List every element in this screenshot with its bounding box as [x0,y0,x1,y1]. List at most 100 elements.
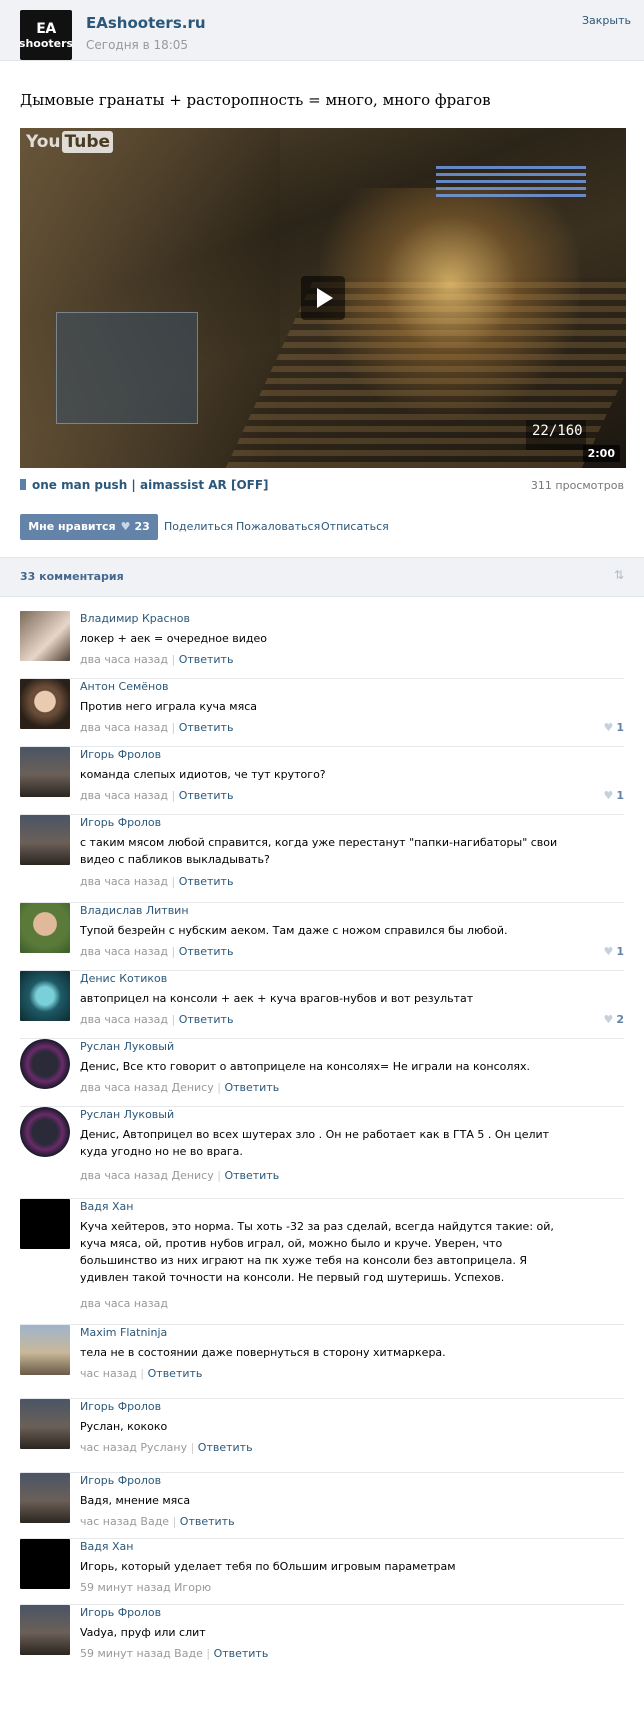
comment-avatar[interactable] [20,903,70,953]
comment-meta: два часа назад | Ответить [80,1013,233,1026]
group-avatar[interactable]: EA shooters [19,10,73,60]
reply-link[interactable]: Ответить [198,1441,253,1454]
comment-time[interactable]: два часа назад [80,1081,168,1094]
comment-text: Вадя, мнение мяса [80,1494,191,1507]
meta-separator: | [169,1515,180,1528]
meta-separator: | [167,1013,179,1026]
comment-author-link[interactable]: Денис Котиков [80,972,167,985]
reply-link[interactable]: Ответить [224,1169,279,1182]
comment-time[interactable]: два часа назад [80,721,168,734]
comment-item: Игорь Фролов команда слепых идиотов, че т… [20,747,624,815]
comment-avatar[interactable] [20,1473,70,1523]
comment-avatar[interactable] [20,1605,70,1655]
comment-avatar[interactable] [20,1399,70,1449]
comment-author-link[interactable]: Антон Семёнов [80,680,168,693]
meta-separator: | [167,653,179,666]
play-icon[interactable] [301,276,345,320]
comment-author-link[interactable]: Владимир Краснов [80,612,190,625]
youtube-logo-tube: Tube [61,131,114,153]
comment-reply-to[interactable]: Денису [168,1081,213,1094]
comment-like-count: 1 [616,721,624,734]
comment-avatar[interactable] [20,747,70,797]
comment-meta: 59 минут назад Ваде | Ответить [80,1647,268,1660]
like-button-label: Мне нравится [28,520,116,533]
comment-avatar[interactable] [20,971,70,1021]
comment-time[interactable]: два часа назад [80,875,168,888]
comment-time[interactable]: час назад [80,1441,137,1454]
comment-author-link[interactable]: Игорь Фролов [80,1400,161,1413]
group-name-link[interactable]: EAshooters.ru [86,14,206,32]
comment-author-link[interactable]: Руслан Луковый [80,1108,174,1121]
comment-author-link[interactable]: Игорь Фролов [80,1474,161,1487]
reply-link[interactable]: Ответить [180,1515,235,1528]
video-icon [20,479,26,490]
reply-link[interactable]: Ответить [179,1013,234,1026]
comment-meta: час назад Руслану | Ответить [80,1441,253,1454]
reply-link[interactable]: Ответить [179,789,234,802]
comment-reply-to[interactable]: Ваде [171,1647,203,1660]
video-player[interactable]: 22/160 You Tube 2:00 [20,128,626,468]
comment-time[interactable]: час назад [80,1515,137,1528]
comment-text: Тупой безрейн с нубским аеком. Там даже … [80,924,508,937]
comment-time[interactable]: два часа назад [80,789,168,802]
reply-link[interactable]: Ответить [179,945,234,958]
comment-time[interactable]: два часа назад [80,653,168,666]
comment-like-button[interactable]: ♥ 2 [603,1013,624,1026]
like-button[interactable]: Мне нравится ♥ 23 [20,514,158,540]
comment-like-button[interactable]: ♥ 1 [603,945,624,958]
post-header: EA shooters EAshooters.ru Сегодня в 18:0… [0,0,644,61]
comment-author-link[interactable]: Игорь Фролов [80,1606,161,1619]
reply-link[interactable]: Ответить [179,875,234,888]
comment-avatar[interactable] [20,1539,70,1589]
post-time: Сегодня в 18:05 [86,38,189,52]
comment-item: Владислав Литвин Тупой безрейн с нубским … [20,903,624,971]
video-title-link[interactable]: one man push | aimassist AR [OFF] [20,478,269,492]
comment-author-link[interactable]: Игорь Фролов [80,748,161,761]
comment-avatar[interactable] [20,1199,70,1249]
comment-reply-to[interactable]: Игорю [171,1581,211,1594]
comment-text: с таким мясом любой справится, когда уже… [80,836,558,867]
comment-author-link[interactable]: Руслан Луковый [80,1040,174,1053]
reply-link[interactable]: Ответить [148,1367,203,1380]
reply-link[interactable]: Ответить [214,1647,269,1660]
comment-like-button[interactable]: ♥ 1 [603,721,624,734]
comment-time[interactable]: два часа назад [80,1013,168,1026]
comment-meta: 59 минут назад Игорю [80,1581,211,1594]
post-window: EA shooters EAshooters.ru Сегодня в 18:0… [0,0,644,1710]
comment-time[interactable]: 59 минут назад [80,1647,171,1660]
comment-text: команда слепых идиотов, че тут крутого? [80,768,326,781]
video-duration: 2:00 [582,445,620,462]
comment-avatar[interactable] [20,679,70,729]
comment-avatar[interactable] [20,1039,70,1089]
close-link[interactable]: Закрыть [582,14,631,27]
comment-like-button[interactable]: ♥ 1 [603,789,624,802]
report-link[interactable]: Пожаловаться [236,520,320,533]
comment-item: Денис Котиков автоприцел на консоли + аек… [20,971,624,1039]
comment-reply-to[interactable]: Руслану [137,1441,187,1454]
comment-author-link[interactable]: Maxim Flatninja [80,1326,167,1339]
comment-avatar[interactable] [20,1325,70,1375]
comment-reply-to[interactable]: Денису [168,1169,213,1182]
comment-time[interactable]: два часа назад [80,1169,168,1182]
comment-text: Vadya, пруф или слит [80,1626,206,1639]
comment-meta: час назад | Ответить [80,1367,202,1380]
comment-avatar[interactable] [20,611,70,661]
comment-avatar[interactable] [20,815,70,865]
comment-author-link[interactable]: Владислав Литвин [80,904,189,917]
comment-reply-to[interactable]: Ваде [137,1515,169,1528]
comment-avatar[interactable] [20,1107,70,1157]
share-link[interactable]: Поделиться [164,520,233,533]
reply-link[interactable]: Ответить [179,653,234,666]
unsubscribe-link[interactable]: Отписаться [321,520,389,533]
comment-author-link[interactable]: Вадя Хан [80,1540,133,1553]
reply-link[interactable]: Ответить [179,721,234,734]
reply-link[interactable]: Ответить [224,1081,279,1094]
comment-meta: два часа назад Денису | Ответить [80,1169,279,1182]
comment-author-link[interactable]: Вадя Хан [80,1200,133,1213]
comment-time[interactable]: час назад [80,1367,137,1380]
sort-arrows-icon[interactable]: ⇅ [614,569,624,581]
comment-time[interactable]: два часа назад [80,945,168,958]
comment-time[interactable]: два часа назад [80,1297,168,1310]
comment-time[interactable]: 59 минут назад [80,1581,171,1594]
comment-author-link[interactable]: Игорь Фролов [80,816,161,829]
